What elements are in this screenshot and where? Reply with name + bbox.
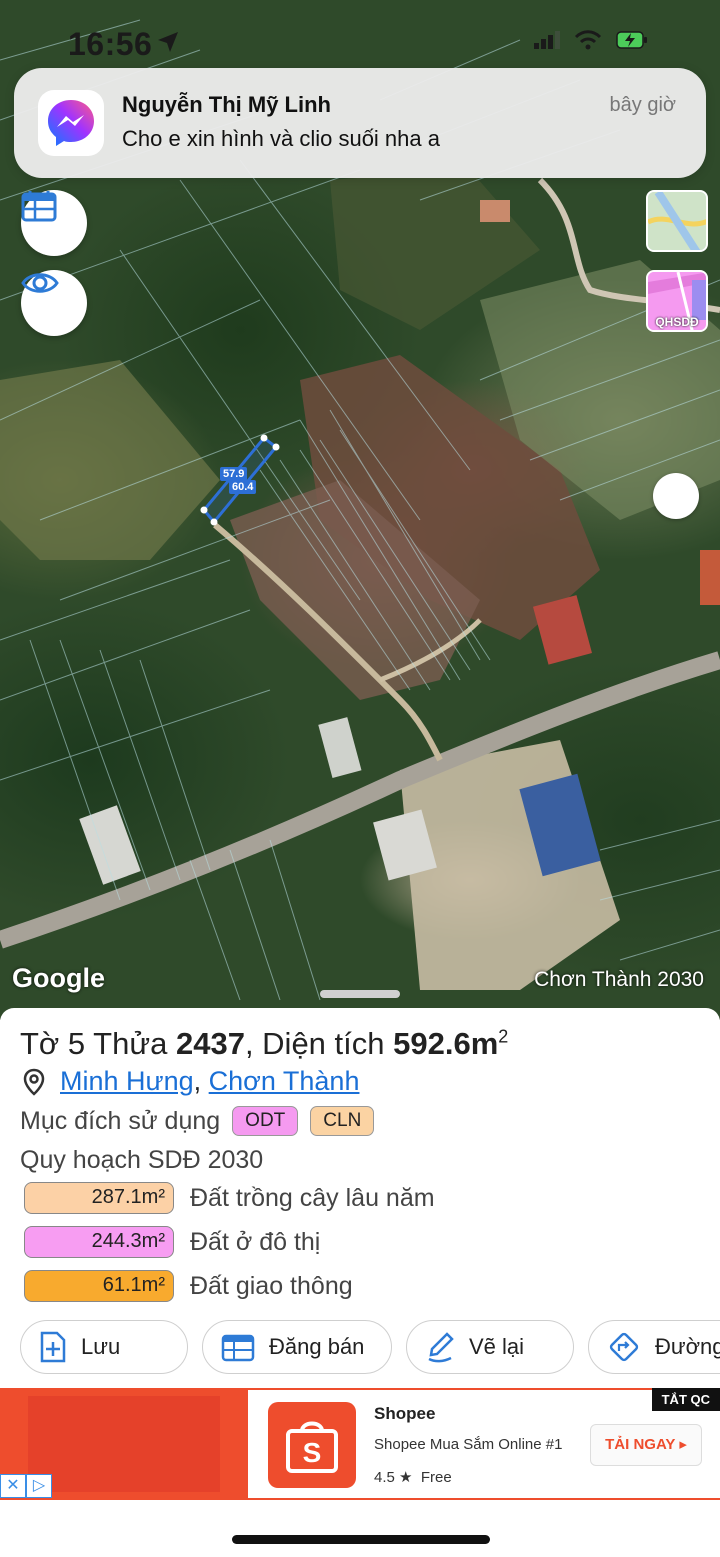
plan-item-area: 244.3m² xyxy=(24,1226,174,1258)
post-for-sale-button[interactable]: Đăng bán xyxy=(202,1320,392,1374)
location-separator: , xyxy=(193,1066,209,1096)
usage-tag-cln: CLN xyxy=(310,1106,375,1136)
save-button-label: Lưu xyxy=(81,1334,121,1359)
redraw-label: Vẽ lại xyxy=(469,1334,525,1359)
shopee-logo: S xyxy=(268,1402,356,1488)
battery-charging-icon xyxy=(616,31,647,49)
parcel-area-unit: 2 xyxy=(498,1026,509,1047)
redraw-button[interactable]: Vẽ lại xyxy=(406,1320,574,1374)
dimension-label: 60.4 xyxy=(229,480,257,494)
ad-rating-value: 4.5 ★ xyxy=(374,1469,413,1486)
calendar-table-icon xyxy=(21,191,57,222)
status-time: 16:56 xyxy=(68,26,153,62)
redraw-icon xyxy=(428,1332,454,1363)
plan-item-area: 61.1m² xyxy=(24,1270,174,1302)
close-icon[interactable]: ✕ xyxy=(0,1474,26,1498)
ad-rating: 4.5 ★ Free xyxy=(374,1468,452,1486)
ward-link[interactable]: Minh Hưng xyxy=(60,1066,194,1097)
location-arrow-icon xyxy=(158,32,178,52)
parcel-number: 2437 xyxy=(175,1026,245,1061)
calendar-table-icon xyxy=(221,1334,255,1362)
plan-item: 244.3m² Đất ở đô thị xyxy=(24,1226,320,1258)
notification-sender: Nguyễn Thị Mỹ Linh xyxy=(122,92,331,117)
plan-item-name: Đất trồng cây lâu năm xyxy=(190,1183,435,1212)
ad-choices[interactable]: ✕ ▷ xyxy=(0,1474,52,1498)
directions-button[interactable]: Đường xyxy=(588,1320,720,1374)
save-button[interactable]: Lưu xyxy=(20,1320,188,1374)
layer-label: QHSDĐ xyxy=(655,315,699,329)
ad-brand: Shopee xyxy=(374,1404,436,1423)
notification-time: bây giờ xyxy=(609,94,676,116)
calendar-table-button[interactable] xyxy=(21,190,87,256)
parcel-location: Minh Hưng, Chơn Thành xyxy=(22,1066,359,1097)
land-usage-label: Mục đích sử dụng xyxy=(20,1106,221,1135)
dimension-label: 57.9 xyxy=(220,467,248,481)
map-layer-button[interactable] xyxy=(646,190,708,252)
plan-caption: Chơn Thành 2030 xyxy=(534,968,704,991)
home-indicator[interactable] xyxy=(232,1535,490,1544)
locate-button[interactable] xyxy=(653,473,699,519)
notification-message: Cho e xin hình và clio suối nha a xyxy=(122,126,440,151)
district-link[interactable]: Chơn Thành xyxy=(209,1066,360,1097)
usage-tag-odt: ODT xyxy=(232,1106,299,1136)
map-layer-icon xyxy=(648,192,706,250)
google-logo: Google xyxy=(12,963,105,993)
plan-title: Quy hoạch SDĐ 2030 xyxy=(20,1146,264,1174)
status-bar: 16:56 xyxy=(0,0,720,70)
directions-label: Đường xyxy=(655,1334,720,1359)
cellular-signal-icon xyxy=(534,31,560,49)
plan-item: 61.1m² Đất giao thông xyxy=(24,1270,353,1302)
plan-item-name: Đất ở đô thị xyxy=(190,1227,321,1256)
parcel-area-value: 592.6m xyxy=(393,1026,499,1061)
location-pin-icon xyxy=(23,1068,45,1096)
ad-image-inner xyxy=(28,1396,220,1492)
parcel-area-label: , Diện tích xyxy=(244,1026,394,1061)
parcel-title: Tờ 5 Thửa 2437, Diện tích 592.6m2 xyxy=(20,1026,508,1062)
eye-icon xyxy=(21,273,59,293)
directions-icon xyxy=(609,1332,639,1362)
shopping-bag-icon: S xyxy=(286,1421,338,1473)
plan-item: 287.1m² Đất trồng cây lâu năm xyxy=(24,1182,435,1214)
action-buttons: Lưu Đăng bán Vẽ lại Đường xyxy=(20,1320,720,1374)
svg-text:S: S xyxy=(303,1437,322,1468)
ad-install-button[interactable]: TẢI NGAY ▸ xyxy=(590,1424,702,1466)
ad-price: Free xyxy=(420,1469,452,1486)
messenger-app-icon xyxy=(38,90,104,156)
ad-description: Shopee Mua Sắm Online #1 xyxy=(374,1436,563,1453)
add-document-icon xyxy=(40,1331,66,1363)
post-for-sale-label: Đăng bán xyxy=(269,1334,365,1359)
parcel-info-panel: Tờ 5 Thửa 2437, Diện tích 592.6m2 Minh H… xyxy=(0,1008,720,1388)
qhsdd-layer-button[interactable]: QHSDĐ xyxy=(646,270,708,332)
ad-close-button[interactable]: TẮT QC xyxy=(651,1388,720,1411)
messenger-icon xyxy=(48,100,94,146)
notification-banner[interactable]: Nguyễn Thị Mỹ Linh Cho e xin hình và cli… xyxy=(14,68,706,178)
ad-banner[interactable]: ✕ ▷ S Shopee Shopee Mua Sắm Online #1 4.… xyxy=(0,1388,720,1500)
wifi-icon xyxy=(574,30,602,50)
visibility-toggle-button[interactable] xyxy=(21,270,87,336)
sheet-drag-handle[interactable] xyxy=(320,990,400,998)
plan-item-area: 287.1m² xyxy=(24,1182,174,1214)
parcel-title-prefix: Tờ 5 Thửa xyxy=(20,1026,176,1061)
plan-item-name: Đất giao thông xyxy=(190,1271,353,1300)
status-icons xyxy=(534,30,648,50)
land-usage-row: Mục đích sử dụng ODT CLN xyxy=(20,1106,375,1136)
adchoices-icon[interactable]: ▷ xyxy=(26,1474,52,1498)
